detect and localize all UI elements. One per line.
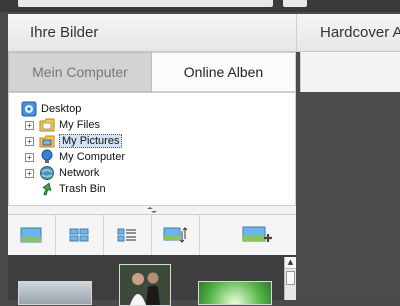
your-images-title: Ihre Bilder [30,24,99,41]
tab-my-computer[interactable]: Mein Computer [8,52,152,92]
image-source-panel: Mein Computer Online Alben Desktop + My … [8,52,296,306]
source-tabs: Mein Computer Online Alben [8,52,296,92]
tree-item-label: Trash Bin [59,183,106,195]
thumbnail-scrollbar[interactable]: ▲ [284,257,296,300]
pictures-folder-icon [39,135,55,148]
tree-item-trash-bin[interactable]: Trash Bin [39,181,106,197]
header-divider [296,14,297,51]
tree-item-my-files[interactable]: My Files [39,117,100,133]
tree-item-my-computer[interactable]: My Computer [39,149,125,165]
product-title: Hardcover A [320,24,400,41]
image-thumbnail[interactable] [198,281,272,305]
image-thumbnail-strip: ▲ [8,255,296,306]
list-view-icon [117,228,136,242]
header-bar: Ihre Bilder Hardcover A [8,14,400,52]
panel-resize-handle[interactable] [8,206,296,214]
toolbar-separator [199,215,200,255]
network-icon [40,166,54,180]
folder-tree: Desktop + My Files + My Pictures + My Co… [8,92,296,206]
tree-item-label: Desktop [41,103,82,115]
scroll-up-arrow[interactable]: ▲ [285,257,296,269]
tree-item-my-pictures[interactable]: My Pictures [39,133,123,149]
tree-item-label: Network [59,167,100,179]
preview-header [300,52,400,92]
grid-view-button[interactable] [56,215,102,255]
expand-network[interactable]: + [25,169,34,178]
top-strip [0,0,400,12]
add-images-icon [242,226,272,242]
tree-item-desktop[interactable]: Desktop [21,101,81,117]
tab-online-albums[interactable]: Online Alben [152,52,296,92]
folder-icon [39,118,55,132]
add-images-button[interactable] [234,215,280,255]
resize-grip-icon [147,207,157,213]
grid-view-icon [69,228,89,242]
expand-my-computer[interactable]: + [25,153,34,162]
expand-my-pictures[interactable]: + [25,137,34,146]
desktop-icon [21,101,37,117]
top-tab-right [283,0,307,7]
tree-item-label: My Pictures [59,134,123,148]
top-tab-left [18,0,273,7]
tree-item-network[interactable]: Network [39,165,99,181]
layout-preview-panel [296,52,400,300]
recycle-bin-icon [42,182,52,196]
view-toolbar [8,214,296,256]
tree-item-label: My Files [59,119,100,131]
expand-my-files[interactable]: + [25,121,34,130]
scrollbar-thumb[interactable] [286,271,295,285]
computer-icon [41,149,53,163]
wedding-photo-icon [120,265,170,305]
image-thumbnail[interactable] [18,281,92,305]
sort-order-button[interactable] [152,215,198,255]
large-thumbnail-view-icon [20,227,42,243]
large-thumbnail-view-button[interactable] [8,215,54,255]
tree-item-label: My Computer [59,151,126,163]
list-view-button[interactable] [104,215,150,255]
sort-order-icon [163,227,187,243]
